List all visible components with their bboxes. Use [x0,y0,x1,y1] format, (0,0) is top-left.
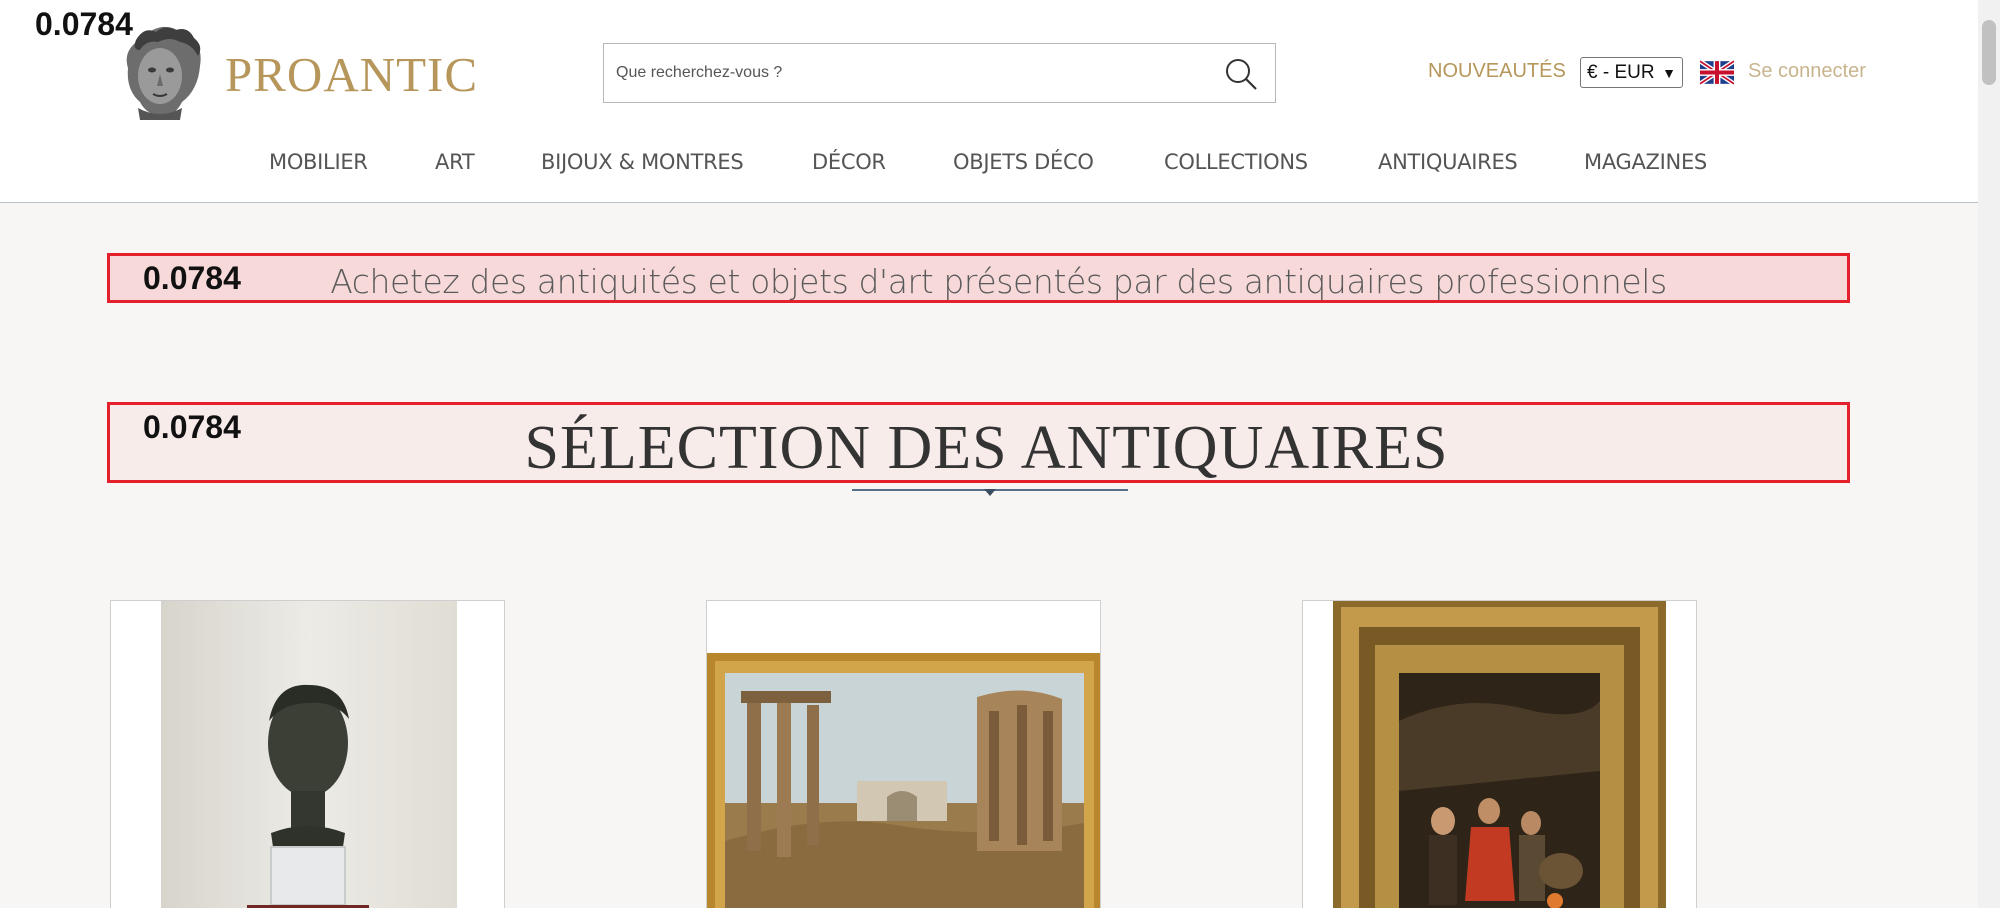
bust-logo-icon[interactable] [112,20,212,120]
search-input[interactable] [616,44,1196,102]
nav-item-antiquaires[interactable]: ANTIQUAIRES [1378,150,1518,174]
search-box [603,43,1276,103]
search-icon[interactable] [1223,56,1259,92]
currency-select[interactable]: € - EUR ▼ [1580,57,1683,88]
product-image[interactable] [1303,601,1697,908]
product-card[interactable] [706,600,1101,908]
score-label: 0.0784 [143,260,241,296]
score-label: 0.0784 [143,409,241,445]
currency-value: € - EUR [1587,62,1655,83]
chevron-down-icon: ▼ [1662,65,1676,81]
page-scrollbar[interactable] [1978,0,2000,908]
nav-item-objets-deco[interactable]: OBJETS DÉCO [953,150,1094,174]
nav-item-collections[interactable]: COLLECTIONS [1164,150,1308,174]
product-image[interactable] [707,601,1101,908]
main-nav: MOBILIER ART BIJOUX & MONTRES DÉCOR OBJE… [0,150,1978,180]
logo-text[interactable]: PROANTIC [225,46,478,103]
section-highlight: SÉLECTION DES ANTIQUAIRES [107,402,1850,483]
scrollbar-thumb[interactable] [1982,20,1996,85]
section-title: SÉLECTION DES ANTIQUAIRES [524,414,1449,482]
uk-flag-icon[interactable] [1700,60,1734,85]
product-card[interactable] [110,600,505,908]
nav-item-magazines[interactable]: MAGAZINES [1584,150,1707,174]
login-link[interactable]: Se connecter [1748,60,1866,83]
nav-item-art[interactable]: ART [435,150,475,174]
tagline: Achetez des antiquités et objets d'art p… [330,262,1667,301]
product-image[interactable] [111,601,505,908]
tagline-highlight: Achetez des antiquités et objets d'art p… [107,253,1850,303]
product-card[interactable] [1302,600,1697,908]
nav-item-decor[interactable]: DÉCOR [812,150,886,174]
section-divider-tick [984,489,996,496]
nav-item-mobilier[interactable]: MOBILIER [269,150,368,174]
nouveautes-link[interactable]: NOUVEAUTÉS [1428,60,1566,83]
nav-item-bijoux-montres[interactable]: BIJOUX & MONTRES [541,150,744,174]
